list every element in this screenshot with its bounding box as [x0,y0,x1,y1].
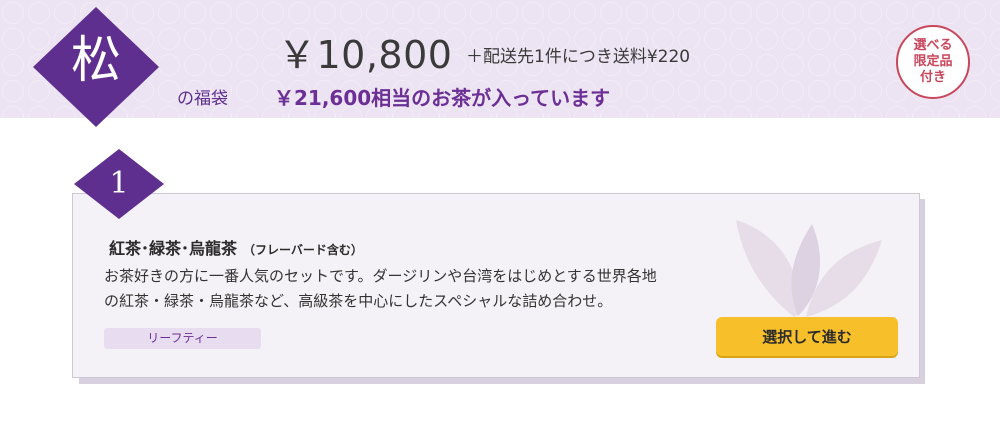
card-description: お茶好きの方に一番人気のセットです。ダージリンや台湾をはじめとする世界各地 の紅… [104,264,744,314]
card-title: 紅茶･緑茶･烏龍茶 （フレーバード含む） [109,235,363,259]
badge-line: 選べる [913,37,953,53]
step-marker: 1 [73,148,165,220]
description-line: の紅茶・緑茶・烏龍茶など、高級茶を中心にしたスペシャルな詰め合わせ。 [104,292,613,310]
limited-badge: 選べる 限定品 付き [896,25,970,99]
category-tag: リーフティー [104,328,261,349]
card-title-sub: （フレーバード含む） [243,243,363,257]
badge-line: 付き [919,70,946,86]
description-line: お茶好きの方に一番人気のセットです。ダージリンや台湾をはじめとする世界各地 [104,267,657,285]
shipping-note: ＋配送先1件につき送料¥220 [466,47,691,67]
step-number: 1 [109,166,129,201]
badge-line: 限定品 [913,53,953,69]
tea-leaf-icon [734,212,884,326]
rank-diamond: 松 [31,5,161,129]
card-title-main: 紅茶･緑茶･烏龍茶 [109,239,238,258]
rank-suffix: の福袋 [177,89,228,109]
select-proceed-button[interactable]: 選択して進む [716,317,898,356]
rank-character: 松 [71,31,121,89]
price: ￥10,800 [278,33,453,77]
value-note: ￥21,600相当のお茶が入っています [274,86,611,110]
